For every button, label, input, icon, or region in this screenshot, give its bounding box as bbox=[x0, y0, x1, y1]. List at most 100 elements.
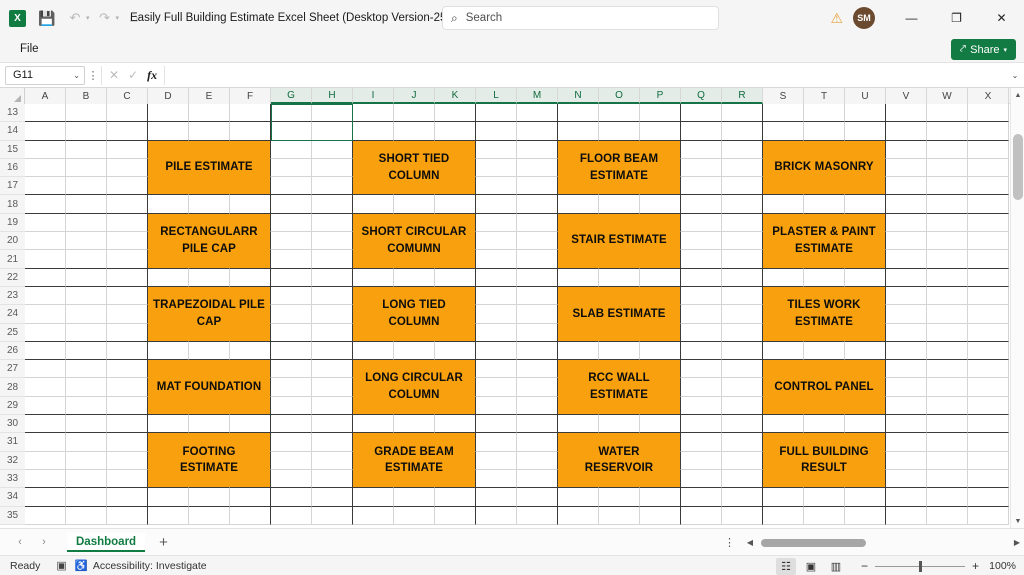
zoom-slider[interactable] bbox=[875, 566, 965, 567]
estimate-button-floor-beam-estimate[interactable]: FLOOR BEAM ESTIMATE bbox=[558, 141, 680, 195]
cell-G19[interactable] bbox=[271, 214, 312, 232]
enter-icon[interactable]: ✓ bbox=[128, 68, 138, 82]
cell-K13[interactable] bbox=[435, 104, 476, 122]
cell-C18[interactable] bbox=[107, 195, 148, 213]
column-header-K[interactable]: K bbox=[435, 88, 476, 104]
cell-F14[interactable] bbox=[230, 122, 271, 140]
estimate-button-control-panel[interactable]: CONTROL PANEL bbox=[763, 360, 885, 414]
column-header-I[interactable]: I bbox=[353, 88, 394, 104]
cell-V29[interactable] bbox=[886, 397, 927, 415]
cell-C22[interactable] bbox=[107, 269, 148, 287]
cell-P14[interactable] bbox=[640, 122, 681, 140]
column-header-M[interactable]: M bbox=[517, 88, 558, 104]
accessibility-status[interactable]: ♿ Accessibility: Investigate bbox=[75, 559, 207, 572]
cell-K30[interactable] bbox=[435, 415, 476, 433]
cell-K14[interactable] bbox=[435, 122, 476, 140]
estimate-button-trapezoidal-pile-cap[interactable]: TRAPEZOIDAL PILE CAP bbox=[148, 287, 270, 341]
vertical-scroll-thumb[interactable] bbox=[1013, 134, 1023, 200]
name-box[interactable]: G11 ⌄ bbox=[5, 66, 85, 85]
cell-U22[interactable] bbox=[845, 269, 886, 287]
cell-X15[interactable] bbox=[968, 141, 1009, 159]
row-header-32[interactable]: 32 bbox=[0, 452, 25, 470]
cell-G18[interactable] bbox=[271, 195, 312, 213]
estimate-button-rectangularr-pile-cap[interactable]: RECTANGULARR PILE CAP bbox=[148, 214, 270, 268]
cell-H25[interactable] bbox=[312, 324, 353, 342]
estimate-button-tiles-work-estimate[interactable]: TILES WORK ESTIMATE bbox=[763, 287, 885, 341]
cell-U30[interactable] bbox=[845, 415, 886, 433]
cell-X26[interactable] bbox=[968, 342, 1009, 360]
cell-B17[interactable] bbox=[66, 177, 107, 195]
redo-chevron-down-icon[interactable]: ▾ bbox=[116, 14, 120, 22]
cell-P26[interactable] bbox=[640, 342, 681, 360]
cell-H16[interactable] bbox=[312, 159, 353, 177]
cell-C30[interactable] bbox=[107, 415, 148, 433]
cell-C17[interactable] bbox=[107, 177, 148, 195]
estimate-button-mat-foundation[interactable]: MAT FOUNDATION bbox=[148, 360, 270, 414]
cell-V30[interactable] bbox=[886, 415, 927, 433]
cell-B15[interactable] bbox=[66, 141, 107, 159]
estimate-button-stair-estimate[interactable]: STAIR ESTIMATE bbox=[558, 214, 680, 268]
cell-V24[interactable] bbox=[886, 305, 927, 323]
cell-N14[interactable] bbox=[558, 122, 599, 140]
zoom-in-button[interactable]: + bbox=[970, 559, 981, 573]
cell-P34[interactable] bbox=[640, 488, 681, 506]
cell-G22[interactable] bbox=[271, 269, 312, 287]
column-header-O[interactable]: O bbox=[599, 88, 640, 104]
row-header-30[interactable]: 30 bbox=[0, 415, 25, 433]
row-header-27[interactable]: 27 bbox=[0, 360, 25, 378]
cell-H26[interactable] bbox=[312, 342, 353, 360]
row-header-24[interactable]: 24 bbox=[0, 305, 25, 323]
cell-H24[interactable] bbox=[312, 305, 353, 323]
cell-U14[interactable] bbox=[845, 122, 886, 140]
cell-L34[interactable] bbox=[476, 488, 517, 506]
scroll-down-icon[interactable]: ▼ bbox=[1011, 514, 1024, 528]
cell-T18[interactable] bbox=[804, 195, 845, 213]
cell-H14[interactable] bbox=[312, 122, 353, 140]
cell-R33[interactable] bbox=[722, 470, 763, 488]
cell-X35[interactable] bbox=[968, 507, 1009, 525]
estimate-button-full-building-result[interactable]: FULL BUILDING RESULT bbox=[763, 433, 885, 487]
cell-R22[interactable] bbox=[722, 269, 763, 287]
column-header-F[interactable]: F bbox=[230, 88, 271, 104]
cell-R13[interactable] bbox=[722, 104, 763, 122]
cell-H32[interactable] bbox=[312, 452, 353, 470]
cell-R28[interactable] bbox=[722, 378, 763, 396]
cell-A13[interactable] bbox=[25, 104, 66, 122]
previous-sheet-icon[interactable]: ‹ bbox=[9, 532, 31, 552]
cell-E14[interactable] bbox=[189, 122, 230, 140]
cell-X14[interactable] bbox=[968, 122, 1009, 140]
tab-file[interactable]: File bbox=[12, 40, 47, 58]
cell-A30[interactable] bbox=[25, 415, 66, 433]
cell-K18[interactable] bbox=[435, 195, 476, 213]
cell-V17[interactable] bbox=[886, 177, 927, 195]
cell-Q16[interactable] bbox=[681, 159, 722, 177]
cell-W24[interactable] bbox=[927, 305, 968, 323]
cell-Q25[interactable] bbox=[681, 324, 722, 342]
row-header-17[interactable]: 17 bbox=[0, 177, 25, 195]
cell-F34[interactable] bbox=[230, 488, 271, 506]
cell-V32[interactable] bbox=[886, 452, 927, 470]
cell-V14[interactable] bbox=[886, 122, 927, 140]
cell-W13[interactable] bbox=[927, 104, 968, 122]
macro-record-icon[interactable]: ▣ bbox=[56, 559, 66, 572]
sheet-tab-dashboard[interactable]: Dashboard bbox=[67, 533, 145, 552]
cell-H27[interactable] bbox=[312, 360, 353, 378]
cell-P22[interactable] bbox=[640, 269, 681, 287]
cell-W18[interactable] bbox=[927, 195, 968, 213]
cell-A28[interactable] bbox=[25, 378, 66, 396]
column-header-J[interactable]: J bbox=[394, 88, 435, 104]
cell-V21[interactable] bbox=[886, 250, 927, 268]
cell-M31[interactable] bbox=[517, 433, 558, 451]
share-button[interactable]: ⤤ Share ▾ bbox=[951, 39, 1016, 60]
cell-X19[interactable] bbox=[968, 214, 1009, 232]
row-header-34[interactable]: 34 bbox=[0, 488, 25, 506]
cell-N18[interactable] bbox=[558, 195, 599, 213]
cell-K35[interactable] bbox=[435, 507, 476, 525]
cell-X30[interactable] bbox=[968, 415, 1009, 433]
cell-R23[interactable] bbox=[722, 287, 763, 305]
cell-A19[interactable] bbox=[25, 214, 66, 232]
cell-A14[interactable] bbox=[25, 122, 66, 140]
cell-W14[interactable] bbox=[927, 122, 968, 140]
cell-X32[interactable] bbox=[968, 452, 1009, 470]
cell-G17[interactable] bbox=[271, 177, 312, 195]
